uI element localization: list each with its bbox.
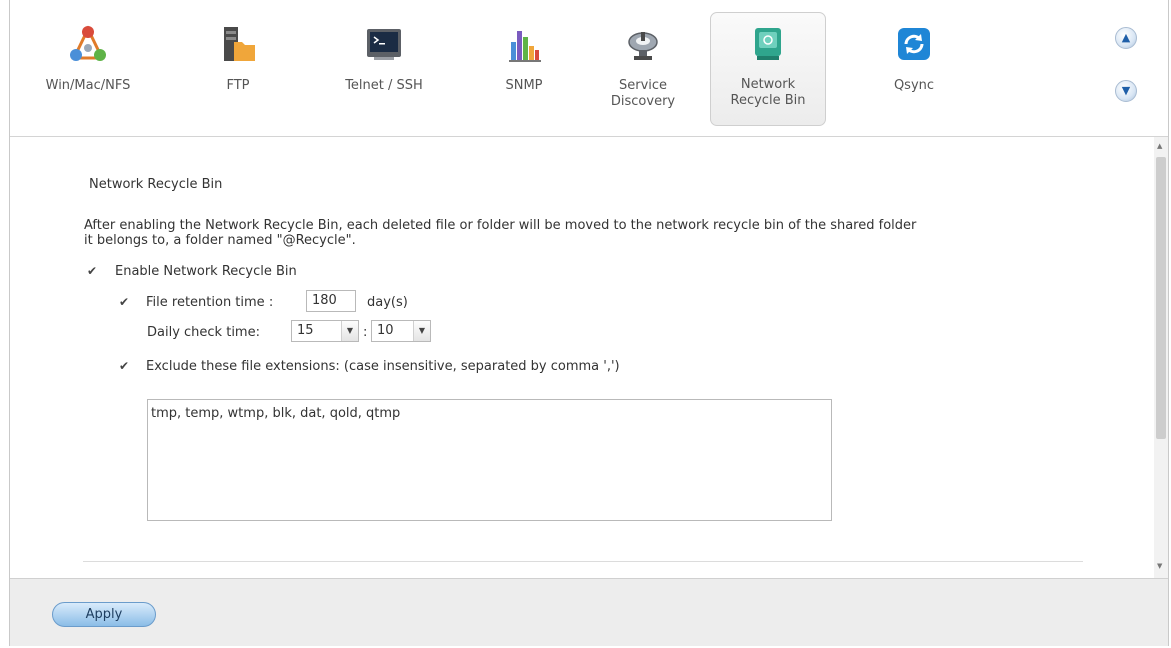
time-separator: : [363,325,368,340]
retention-label: File retention time : [146,295,274,310]
tool-label: Network Recycle Bin [730,77,806,108]
retention-unit-label: day(s) [367,295,408,310]
tool-network-recycle-bin[interactable]: Network Recycle Bin [710,12,826,126]
check-minute-value: 10 [377,323,394,338]
tool-label: FTP [226,78,250,93]
tool-ftp[interactable]: FTP [180,14,296,128]
chevron-down-icon: ▼ [413,321,430,341]
scroll-down-button[interactable]: ▼ [1115,80,1137,102]
retention-checkbox[interactable]: ✔ [118,296,130,308]
enable-recycle-bin-label: Enable Network Recycle Bin [115,264,297,279]
bar-chart-icon [509,31,541,62]
service-toolbar: Win/Mac/NFS FTP Telnet / SSH SNMP Servic… [10,0,1168,137]
exclude-extensions-checkbox[interactable]: ✔ [118,360,130,372]
exclude-extensions-textarea[interactable]: tmp, temp, wtmp, blk, dat, qold, qtmp [147,399,832,521]
tool-telnet-ssh[interactable]: Telnet / SSH [326,14,442,128]
tool-service-discovery[interactable]: Service Discovery [585,14,701,128]
satellite-dish-icon [628,32,658,60]
settings-content: Network Recycle Bin After enabling the N… [10,137,1152,578]
description-line-1: After enabling the Network Recycle Bin, … [84,218,917,233]
apply-button[interactable]: Apply [52,602,156,627]
retention-days-input[interactable]: 180 [306,290,356,312]
chevron-up-icon: ▲ [1121,31,1131,44]
section-title: Network Recycle Bin [89,177,223,192]
tool-win-mac-nfs[interactable]: Win/Mac/NFS [30,14,146,128]
sync-icon [898,28,930,60]
check-hour-select[interactable]: 15 ▼ [291,320,359,342]
section-divider [83,561,1083,562]
scroll-up-arrow-icon[interactable]: ▲ [1157,142,1162,150]
tool-label: SNMP [505,78,543,93]
tool-label: Win/Mac/NFS [45,78,131,93]
scrollbar-thumb[interactable] [1156,157,1166,439]
tool-qsync[interactable]: Qsync [856,14,972,128]
tool-label: Qsync [893,78,935,93]
enable-recycle-bin-checkbox[interactable]: ✔ [86,265,98,277]
check-minute-select[interactable]: 10 ▼ [371,320,431,342]
content-scrollbar[interactable]: ▲ ▼ [1154,137,1168,578]
tool-label: Telnet / SSH [345,78,423,93]
daily-check-label: Daily check time: [147,325,260,340]
terminal-icon [367,29,401,60]
scroll-up-button[interactable]: ▲ [1115,27,1137,49]
chevron-down-icon: ▼ [341,321,358,341]
chevron-down-icon: ▼ [1121,84,1131,97]
network-shares-icon [70,25,106,61]
check-hour-value: 15 [297,323,314,338]
settings-window: Win/Mac/NFS FTP Telnet / SSH SNMP Servic… [9,0,1169,646]
tool-label: Service Discovery [610,78,676,109]
ftp-server-icon [224,27,255,61]
description-line-2: it belongs to, a folder named "@Recycle"… [84,233,356,248]
exclude-extensions-label: Exclude these file extensions: (case ins… [146,359,620,374]
recycle-bin-icon [755,28,781,60]
scroll-down-arrow-icon[interactable]: ▼ [1157,562,1162,570]
footer-bar: Apply [10,578,1168,646]
tool-snmp[interactable]: SNMP [466,14,582,128]
